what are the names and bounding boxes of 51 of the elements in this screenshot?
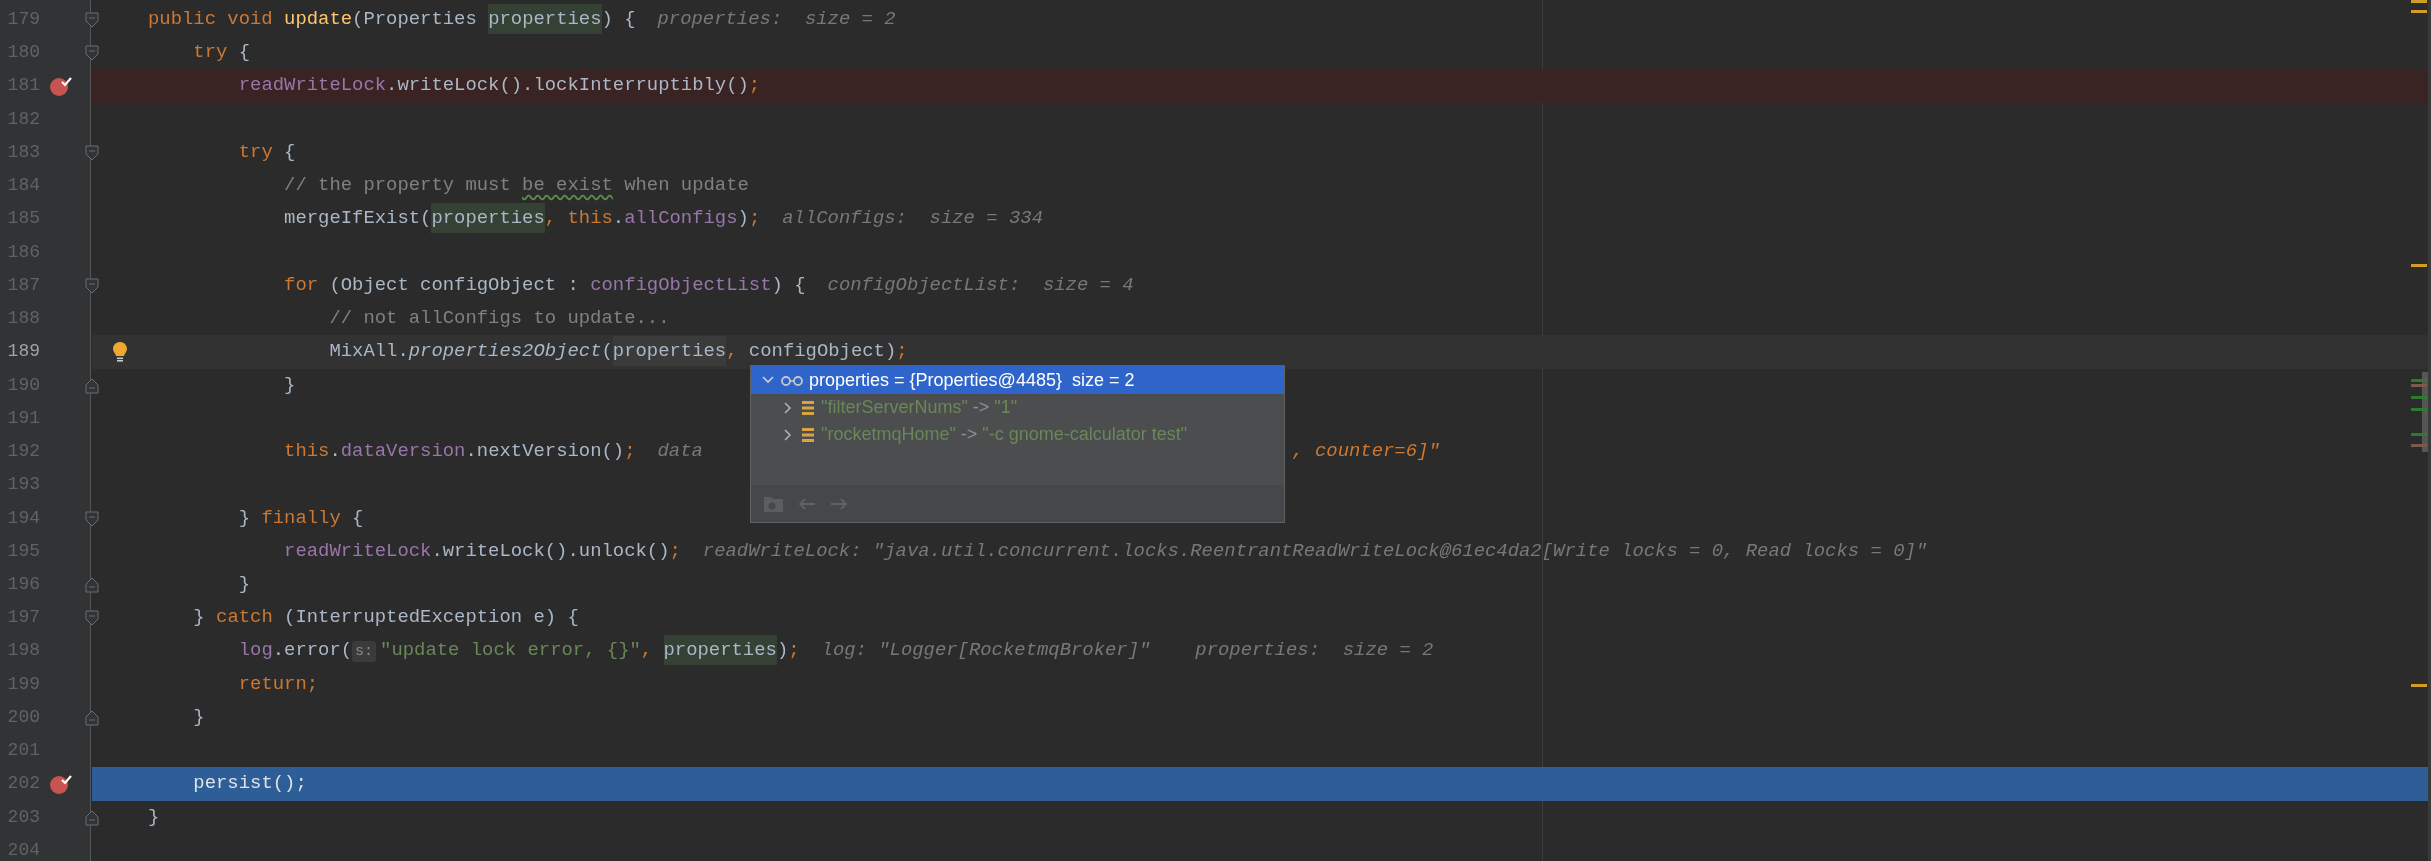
inline-value-hint: , counter=6]" <box>1292 439 1440 465</box>
inline-value-hint: configObjectList: size = 4 <box>827 272 1134 298</box>
code-line: } <box>148 804 160 830</box>
lightbulb-icon[interactable] <box>112 340 128 363</box>
tree-node-label: "filterServerNums" -> "1" <box>821 396 1018 419</box>
inline-value-hint: readWriteLock: "java.util.concurrent.locks.ReentrantReadWriteLock@61ec4da2[Write locks = 0, Read locks = 0]" <box>702 538 1928 564</box>
entry-icon <box>801 426 815 443</box>
code-line: } <box>284 372 296 398</box>
code-line: mergeIfExist(properties, this.allConfigs); <box>284 202 761 236</box>
inline-value-hint: data <box>657 439 703 465</box>
fold-icon[interactable] <box>85 377 99 394</box>
inline-value-hint: log: "Logger[RocketmqBroker]" <box>821 638 1151 664</box>
tree-row[interactable]: "rocketmqHome" -> "-c gnome-calculator test" <box>751 421 1284 448</box>
inline-value-hint: allConfigs: size = 334 <box>782 206 1043 232</box>
fold-icon[interactable] <box>85 709 99 726</box>
back-icon[interactable] <box>797 496 817 511</box>
fold-icon[interactable] <box>85 45 99 62</box>
code-line: log.error(s: "update lock error, {}", properties); <box>238 633 800 669</box>
code-line: this.dataVersion.nextVersion(); <box>284 439 636 465</box>
tree-node-label: "rocketmqHome" -> "-c gnome-calculator test" <box>821 423 1188 446</box>
code-line: public void update(Properties properties) { <box>148 3 636 37</box>
code-line: } finally { <box>238 505 364 531</box>
code-line: // not allConfigs to update... <box>329 306 670 332</box>
tree-row[interactable]: properties = {Properties@4485} size = 2 <box>751 366 1284 394</box>
code-line: // the property must be exist when update <box>284 173 749 199</box>
code-line: } catch (InterruptedException e) { <box>193 605 579 631</box>
code-line: try { <box>193 40 251 66</box>
forward-icon[interactable] <box>829 496 849 511</box>
inline-value-hint: properties: size = 2 <box>657 7 896 32</box>
code-line: } <box>193 704 205 730</box>
glasses-icon <box>781 373 803 387</box>
fold-icon[interactable] <box>85 809 99 826</box>
fold-icon[interactable] <box>85 12 99 28</box>
code-line: for (Object configObject : configObjectList) { <box>284 272 806 298</box>
code-line: MixAll.properties2Object(properties, configObject); <box>329 335 908 369</box>
fold-icon[interactable] <box>85 577 99 593</box>
fold-icon[interactable] <box>85 144 99 161</box>
tree-node-label: properties = {Properties@4485} size = 2 <box>809 368 1135 392</box>
code-line: readWriteLock.writeLock().unlock(); <box>284 538 681 564</box>
code-line: persist(); <box>193 771 307 797</box>
code-line: readWriteLock.writeLock().lockInterruptibly(); <box>238 73 761 99</box>
line-number: 189 <box>6 340 40 364</box>
fold-icon[interactable] <box>85 610 99 627</box>
entry-icon <box>801 399 815 416</box>
tree-row[interactable]: "filterServerNums" -> "1" <box>751 394 1284 421</box>
code-line: return; <box>238 671 319 697</box>
fold-icon[interactable] <box>85 510 99 527</box>
fold-icon[interactable] <box>85 277 99 294</box>
code-line: } <box>238 572 251 597</box>
inline-value-hint: properties: size = 2 <box>1195 638 1434 664</box>
code-line: try { <box>238 139 296 165</box>
